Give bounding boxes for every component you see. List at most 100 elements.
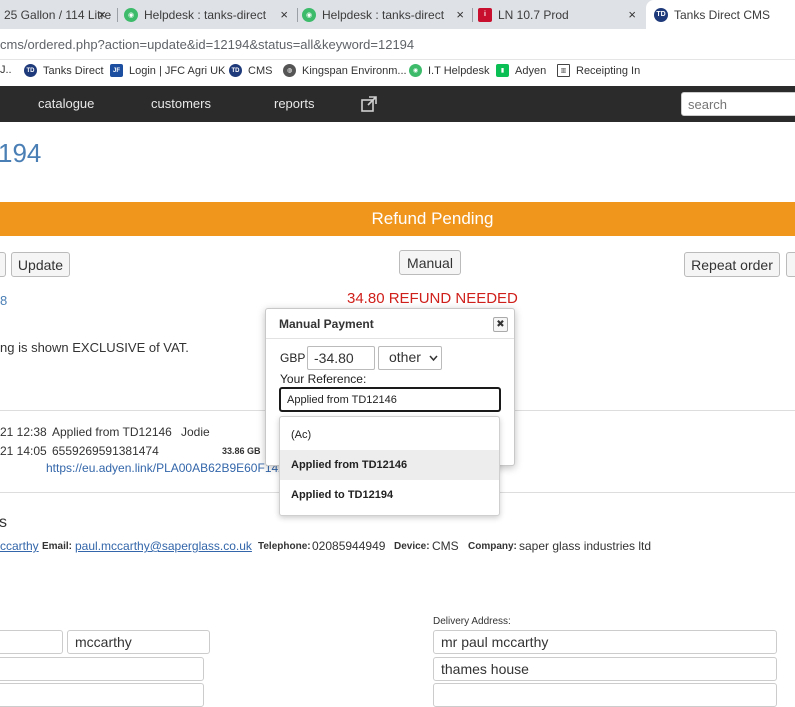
reference-suggestions: (Ac) Applied from TD12146 Applied to TD1… (279, 416, 500, 516)
bookmark-cms[interactable]: TD CMS (229, 64, 272, 77)
helpdesk-icon: ◉ (409, 64, 422, 77)
tanks-direct-icon: TD (654, 7, 668, 22)
bookmark-adyen[interactable]: ▮ Adyen (496, 64, 546, 77)
tab-label: Helpdesk : tanks-direct (322, 7, 445, 22)
reference-label: Your Reference: (280, 372, 367, 386)
payment-desc: 6559269591381474 (52, 444, 159, 458)
payment-link[interactable]: https://eu.adyen.link/PLA00AB62B9E60F142 (46, 461, 285, 475)
bookmark-label: I.T Helpdesk (428, 64, 490, 77)
payment-user: Jodie (181, 425, 210, 439)
chart-icon: ▥ (557, 64, 570, 77)
bookmark-fragment: J.. (0, 64, 12, 76)
order-number-title: 194 (0, 138, 42, 168)
first-name-field[interactable] (0, 630, 63, 654)
order-status-bar: Refund Pending (0, 202, 795, 236)
bookmark-it-helpdesk[interactable]: ◉ I.T Helpdesk (409, 64, 490, 77)
tab-close-icon[interactable]: × (280, 7, 288, 22)
bookmark-label: Tanks Direct (43, 64, 104, 77)
url-text: cms/ordered.php?action=update&id=12194&s… (0, 37, 415, 52)
bookmark-tanks-direct[interactable]: TD Tanks Direct (24, 64, 104, 77)
address-bar[interactable]: cms/ordered.php?action=update&id=12194&s… (0, 29, 795, 60)
bookmark-label: Receipting In (576, 64, 641, 77)
delivery-line2-field[interactable] (433, 683, 777, 707)
address-field[interactable] (0, 657, 204, 681)
order-fragment-digit: 8 (0, 293, 8, 308)
nav-customers[interactable]: customers (151, 96, 211, 111)
chevron-down-icon (429, 355, 438, 362)
amount-input[interactable] (307, 346, 375, 370)
adyen-icon: ▮ (496, 64, 509, 77)
tab-tanks-direct-cms[interactable]: TD Tanks Direct CMS (646, 0, 795, 29)
address-field[interactable] (0, 683, 204, 707)
reference-input[interactable] (279, 387, 501, 412)
tab-separator (117, 8, 118, 22)
refund-needed-text: 34.80 REFUND NEEDED (347, 290, 518, 307)
tab-helpdesk-1[interactable]: ◉ Helpdesk : tanks-direct × (124, 0, 294, 29)
tab-label: Helpdesk : tanks-direct (144, 7, 267, 22)
nav-catalogue[interactable]: catalogue (38, 96, 94, 111)
update-button[interactable]: Update (11, 252, 70, 277)
dialog-title: Manual Payment (279, 317, 374, 331)
bookmarks-bar: J.. TD Tanks Direct JF Login | JFC Agri … (0, 60, 795, 84)
delivery-line1-field[interactable] (433, 657, 777, 681)
customer-name-link[interactable]: ccarthy (0, 539, 39, 553)
bookmark-label: Adyen (515, 64, 547, 77)
suggestion-option[interactable]: Applied from TD12146 (280, 450, 499, 480)
payment-time: 21 14:05 (0, 444, 47, 458)
payment-desc: Applied from TD12146 (52, 425, 172, 439)
email-label: Email: (42, 541, 73, 552)
globe-icon: ◍ (283, 64, 296, 77)
tanks-direct-icon: TD (24, 64, 37, 77)
tab-close-icon[interactable]: × (98, 7, 106, 22)
tanks-direct-icon: TD (229, 64, 242, 77)
suggestion-option[interactable]: (Ac) (280, 420, 499, 450)
tab-label: 25 Gallon / 114 Litre (4, 7, 112, 22)
telephone-value: 02085944949 (312, 539, 386, 553)
company-label: Company: (468, 541, 517, 552)
tab-label: Tanks Direct CMS (674, 7, 771, 22)
jfc-icon: JF (110, 64, 123, 77)
tab-close-icon[interactable]: × (456, 7, 464, 22)
search-input[interactable] (681, 92, 795, 116)
payment-method-value: other (389, 349, 421, 365)
bookmark-label: CMS (248, 64, 273, 77)
tab-separator (297, 8, 298, 22)
right-edge-button[interactable] (786, 252, 795, 277)
device-value: CMS (432, 539, 459, 553)
close-icon[interactable]: ✖ (493, 317, 508, 332)
browser-tab-strip: 25 Gallon / 114 Litre × ◉ Helpdesk : tan… (0, 0, 795, 29)
tab-helpdesk-2[interactable]: ◉ Helpdesk : tanks-direct × (302, 0, 470, 29)
ln-icon: i (478, 7, 492, 22)
bookmark-jfc-agri[interactable]: JF Login | JFC Agri UK (110, 64, 225, 77)
left-edge-button[interactable] (0, 252, 6, 277)
tab-ln-prod[interactable]: i LN 10.7 Prod × (478, 0, 642, 29)
tab-close-icon[interactable]: × (628, 7, 636, 22)
helpdesk-icon: ◉ (302, 7, 316, 22)
repeat-order-button[interactable]: Repeat order (684, 252, 780, 277)
manual-button[interactable]: Manual (399, 250, 461, 275)
surname-field[interactable] (67, 630, 210, 654)
nav-reports[interactable]: reports (274, 96, 314, 111)
company-value: saper glass industries ltd (519, 539, 652, 553)
bookmark-kingspan[interactable]: ◍ Kingspan Environm... (283, 64, 407, 77)
delivery-name-field[interactable] (433, 630, 777, 654)
payment-amount: 33.86 GB (222, 446, 261, 456)
email-link[interactable]: paul.mccarthy@saperglass.co.uk (75, 539, 252, 553)
telephone-label: Telephone: (258, 541, 311, 552)
external-link-icon[interactable] (361, 96, 377, 112)
tab-separator (472, 8, 473, 22)
cms-nav-bar: catalogue customers reports (0, 86, 795, 122)
currency-label: GBP (280, 351, 306, 365)
bookmark-receipting[interactable]: ▥ Receipting In (557, 64, 640, 77)
helpdesk-icon: ◉ (124, 7, 138, 22)
delivery-address-label: Delivery Address: (433, 616, 511, 627)
payment-method-select[interactable]: other (378, 346, 442, 370)
device-label: Device: (394, 541, 430, 552)
tab-25-gallon[interactable]: 25 Gallon / 114 Litre × (0, 0, 112, 29)
bookmark-label: Kingspan Environm... (302, 64, 407, 77)
bookmark-label: Login | JFC Agri UK (129, 64, 226, 77)
customer-heading: s (0, 514, 7, 531)
bookmark-truncated[interactable]: J.. (0, 64, 12, 76)
vat-note: ng is shown EXCLUSIVE of VAT. (0, 340, 189, 355)
suggestion-option[interactable]: Applied to TD12194 (280, 480, 499, 510)
